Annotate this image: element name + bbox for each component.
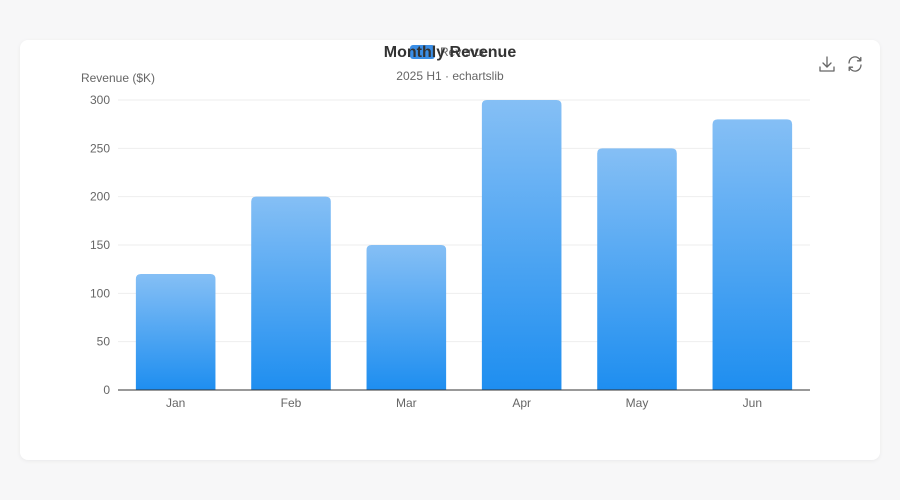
- bar[interactable]: [597, 148, 677, 390]
- bar[interactable]: [712, 119, 793, 390]
- y-tick-label: 300: [90, 93, 110, 107]
- chart-title: Monthly Revenue: [384, 44, 517, 61]
- grid-lines: [118, 99, 810, 343]
- bar[interactable]: [135, 274, 216, 390]
- refresh-icon[interactable]: [846, 55, 864, 73]
- y-tick-label: 250: [90, 141, 110, 155]
- download-icon[interactable]: [818, 55, 836, 73]
- x-tick-label: Mar: [396, 396, 417, 410]
- x-tick-label: May: [626, 396, 649, 410]
- x-tick-label: Apr: [512, 396, 531, 410]
- y-tick-label: 100: [90, 286, 110, 300]
- y-tick-label: 150: [90, 238, 110, 252]
- chart-toolbox: [818, 55, 864, 73]
- bar-chart: 0 50 100 150 200 250 300 Jan Feb Mar Apr May Jun Rev…: [81, 44, 810, 410]
- y-tick-label: 50: [97, 335, 111, 349]
- bar[interactable]: [481, 100, 562, 390]
- y-tick-label: 200: [90, 190, 110, 204]
- bar[interactable]: [366, 245, 447, 390]
- y-tick-label: 0: [103, 383, 110, 397]
- x-tick-label: Feb: [281, 396, 302, 410]
- x-tick-label: Jan: [166, 396, 185, 410]
- y-axis-title: Revenue ($K): [81, 71, 155, 85]
- bar[interactable]: [251, 196, 331, 390]
- chart-subtitle: 2025 H1 · echartslib: [396, 69, 504, 83]
- x-tick-label: Jun: [743, 396, 762, 410]
